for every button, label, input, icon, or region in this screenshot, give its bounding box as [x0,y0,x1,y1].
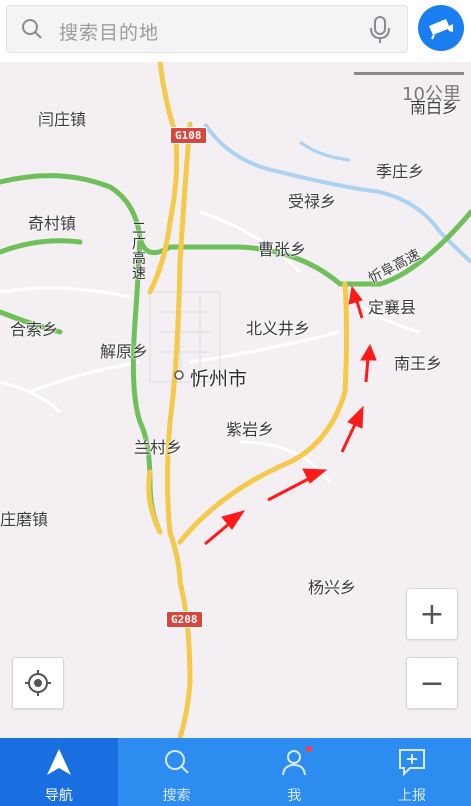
place-label: 受禄乡 [288,192,337,211]
place-label: 曹张乡 [258,240,307,259]
camera-button[interactable] [418,5,464,51]
place-label: 解原乡 [100,342,149,361]
place-label: 季庄乡 [376,162,425,181]
place-label: 合索乡 [10,320,59,339]
road-shield-g108: G108 [170,127,207,144]
search-icon [164,750,189,774]
top-bar: 搜索目的地 [0,0,471,62]
navigate-arrow-icon [46,749,71,775]
place-label: 庄磨镇 [0,510,49,529]
place-label: 南白乡 [410,98,459,117]
place-label: 杨兴乡 [308,578,357,597]
search-placeholder: 搜索目的地 [59,22,160,44]
search-input[interactable]: 搜索目的地 [6,5,408,53]
place-label: 北义井乡 [246,319,311,338]
nav-label: 我 [287,788,302,804]
zoom-out-button[interactable]: − [406,657,458,709]
locate-button[interactable] [12,657,64,709]
locate-icon [25,670,51,696]
notification-dot [305,746,312,752]
place-label: 定襄县 [368,298,417,317]
city-label: 忻州市 [190,368,248,390]
nav-item-search[interactable]: 搜索 [118,738,236,806]
map-view[interactable]: 10公里 G108 G208 二广高速 忻阜高速 闫庄镇 南白乡 季庄乡 受禄乡… [0,62,471,738]
camera-icon [429,19,453,40]
nav-label: 搜索 [162,788,191,804]
nav-item-me[interactable]: 我 [236,738,354,806]
nav-label: 导航 [44,788,73,804]
highway-label-vertical: 二广高速 [132,221,146,282]
search-icon [22,19,42,39]
mic-icon[interactable] [369,16,391,44]
place-label: 兰村乡 [134,438,183,457]
place-label: 闫庄镇 [38,110,87,129]
bottom-nav: 导航 搜索 我 上报 [0,738,471,806]
user-icon [282,750,307,776]
nav-label: 上报 [398,788,427,804]
place-label: 紫岩乡 [226,420,275,439]
zoom-in-button[interactable]: + [406,588,458,640]
nav-item-navigate[interactable]: 导航 [0,738,118,806]
place-label: 南王乡 [394,354,443,373]
scale-bar [354,72,464,75]
nav-item-report[interactable]: 上报 [353,738,471,806]
road-shield-g208: G208 [166,611,203,628]
report-icon [399,749,426,777]
place-label: 奇村镇 [28,214,77,233]
